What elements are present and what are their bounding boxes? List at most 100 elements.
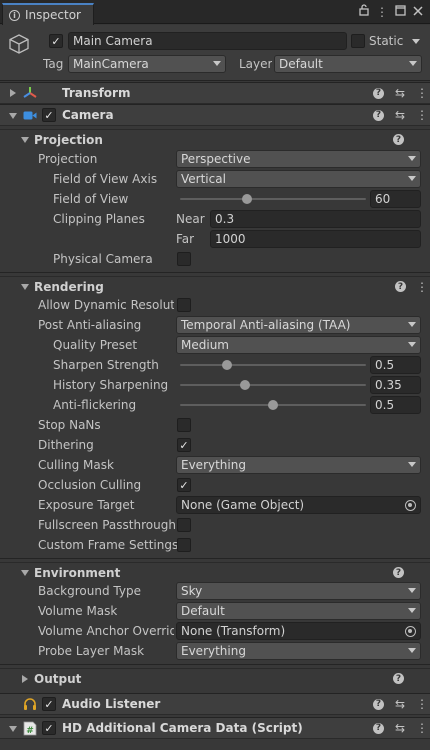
object-name-field[interactable]: Main Camera: [68, 32, 347, 50]
help-icon[interactable]: ?: [373, 698, 384, 710]
fullscreen-passthrough-checkbox[interactable]: [177, 518, 191, 532]
fov-slider-thumb[interactable]: [241, 194, 252, 204]
dithering-checkbox[interactable]: [177, 438, 191, 452]
hd-camera-data-enabled-checkbox[interactable]: [42, 721, 56, 735]
allow-dynamic-resolution-checkbox[interactable]: [177, 298, 191, 312]
presets-icon[interactable]: ⇆: [394, 108, 406, 122]
inspector-tab[interactable]: i Inspector: [2, 3, 94, 25]
tag-dropdown[interactable]: MainCamera: [68, 55, 226, 73]
kebab-icon[interactable]: ⋮: [376, 5, 388, 19]
help-icon[interactable]: ?: [373, 87, 384, 99]
occlusion-culling-checkbox[interactable]: [177, 478, 191, 492]
foldout-collapsed-icon[interactable]: [10, 89, 16, 97]
background-type-dropdown[interactable]: Sky: [176, 582, 421, 600]
hd-camera-data-component-header[interactable]: # HD Additional Camera Data (Script) ? ⇆…: [0, 717, 430, 739]
presets-icon[interactable]: ⇆: [394, 86, 406, 100]
headphones-icon: [23, 697, 37, 714]
kebab-icon[interactable]: ⋮: [416, 280, 428, 294]
section-divider: [0, 558, 430, 559]
sharpen-slider-track[interactable]: [180, 364, 366, 366]
static-dropdown-arrow[interactable]: [412, 39, 420, 44]
physical-camera-checkbox[interactable]: [177, 252, 191, 266]
fov-axis-value: Vertical: [181, 172, 226, 186]
tag-value: MainCamera: [73, 57, 149, 71]
fov-slider-track[interactable]: [180, 198, 366, 200]
camera-component-header[interactable]: Camera ? ⇆ ⋮: [0, 104, 430, 126]
maximize-icon[interactable]: [394, 4, 406, 19]
history-value-field[interactable]: 0.35: [370, 376, 421, 394]
sharpen-slider-thumb[interactable]: [221, 360, 232, 370]
svg-text:#: #: [26, 726, 34, 736]
far-field[interactable]: 1000: [210, 230, 421, 248]
sharpen-value-field[interactable]: 0.5: [370, 356, 421, 374]
volume-anchor-override-field[interactable]: None (Transform): [176, 622, 421, 640]
environment-section-header[interactable]: Environment ?: [0, 562, 430, 582]
exposure-target-field[interactable]: None (Game Object): [176, 496, 421, 514]
foldout-expanded-icon[interactable]: [9, 726, 17, 732]
static-label: Static: [369, 34, 404, 48]
foldout-expanded-icon[interactable]: [21, 570, 29, 576]
stop-nans-checkbox[interactable]: [177, 418, 191, 432]
far-label: Far: [176, 232, 195, 246]
chevron-down-icon: [408, 322, 416, 327]
camera-enabled-checkbox[interactable]: [42, 108, 56, 122]
history-slider-track[interactable]: [180, 384, 366, 386]
history-slider-thumb[interactable]: [240, 380, 251, 390]
lock-icon[interactable]: [358, 4, 370, 19]
volume-mask-dropdown[interactable]: Default: [176, 602, 421, 620]
post-anti-aliasing-dropdown[interactable]: Temporal Anti-aliasing (TAA): [176, 316, 421, 334]
object-picker-icon[interactable]: [405, 500, 416, 511]
near-field[interactable]: 0.3: [210, 210, 421, 228]
section-divider: [0, 664, 430, 665]
anti-flickering-value-field[interactable]: 0.5: [370, 396, 421, 414]
chevron-down-icon: [408, 156, 416, 161]
foldout-expanded-icon[interactable]: [21, 284, 29, 290]
chevron-down-icon: [213, 61, 221, 66]
probe-layer-mask-dropdown[interactable]: Everything: [176, 642, 421, 660]
info-icon: i: [9, 9, 20, 21]
volume-mask-value: Default: [181, 604, 225, 618]
audio-listener-component-header[interactable]: Audio Listener ? ⇆ ⋮: [0, 693, 430, 715]
kebab-icon[interactable]: ⋮: [416, 108, 428, 122]
kebab-icon[interactable]: ⋮: [416, 697, 428, 711]
background-type-label: Background Type: [38, 584, 141, 598]
help-icon[interactable]: ?: [393, 567, 404, 578]
layer-dropdown[interactable]: Default: [274, 55, 422, 73]
active-checkbox[interactable]: [49, 34, 63, 48]
projection-section-header[interactable]: Projection ?: [0, 129, 430, 149]
foldout-expanded-icon[interactable]: [21, 137, 29, 143]
projection-label: Projection: [38, 152, 98, 166]
fov-axis-dropdown[interactable]: Vertical: [176, 170, 421, 188]
chevron-down-icon: [408, 588, 416, 593]
culling-mask-dropdown[interactable]: Everything: [176, 456, 421, 474]
transform-title: Transform: [62, 86, 131, 100]
transform-component-header[interactable]: Transform ? ⇆ ⋮: [0, 82, 430, 104]
foldout-collapsed-icon[interactable]: [22, 675, 28, 683]
fov-value-field[interactable]: 60: [370, 190, 421, 208]
culling-mask-label: Culling Mask: [38, 458, 114, 472]
static-checkbox[interactable]: [351, 34, 365, 48]
presets-icon[interactable]: ⇆: [394, 697, 406, 711]
help-icon[interactable]: ?: [373, 109, 384, 121]
quality-preset-dropdown[interactable]: Medium: [176, 336, 421, 354]
rendering-section-header[interactable]: Rendering ? ⋮: [0, 276, 430, 296]
anti-flickering-slider-thumb[interactable]: [268, 400, 278, 410]
audio-listener-enabled-checkbox[interactable]: [42, 697, 56, 711]
kebab-icon[interactable]: ⋮: [416, 86, 428, 100]
chevron-down-icon: [408, 608, 416, 613]
fov-axis-label: Field of View Axis: [53, 172, 158, 186]
object-picker-icon[interactable]: [405, 626, 416, 637]
help-icon[interactable]: ?: [373, 722, 384, 734]
kebab-icon[interactable]: ⋮: [416, 721, 428, 735]
close-icon[interactable]: [412, 5, 424, 19]
foldout-expanded-icon[interactable]: [9, 113, 17, 119]
camera-icon: [23, 110, 37, 124]
output-section-header[interactable]: Output ?: [0, 668, 430, 688]
help-icon[interactable]: ?: [393, 673, 404, 684]
chevron-down-icon: [408, 342, 416, 347]
help-icon[interactable]: ?: [393, 134, 404, 145]
projection-dropdown[interactable]: Perspective: [176, 150, 421, 168]
presets-icon[interactable]: ⇆: [394, 721, 406, 735]
help-icon[interactable]: ?: [395, 281, 406, 292]
custom-frame-settings-checkbox[interactable]: [177, 538, 191, 552]
